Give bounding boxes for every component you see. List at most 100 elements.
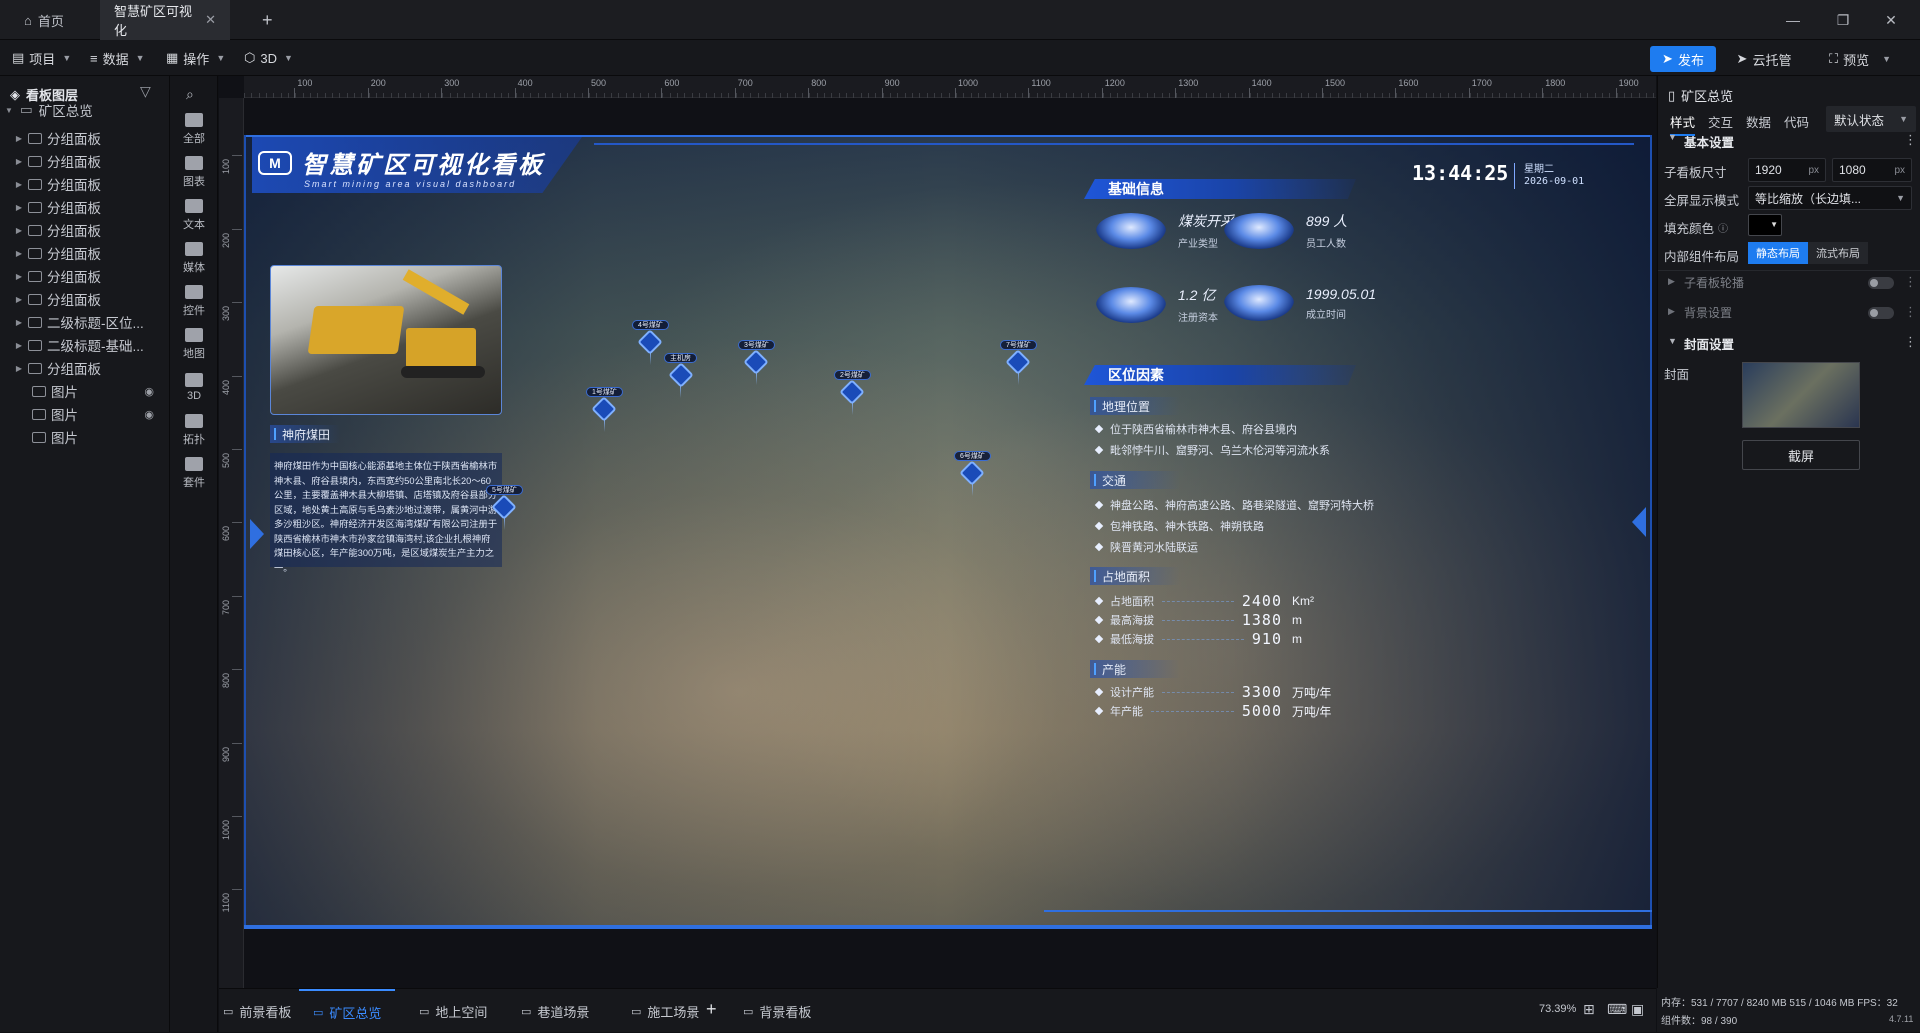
fullscreen-select[interactable]: 等比缩放（长边填... ▼ xyxy=(1748,186,1912,210)
cover-thumbnail[interactable] xyxy=(1742,362,1860,428)
tool-control[interactable]: 控件 xyxy=(170,278,218,324)
tool-grid[interactable]: 全部 xyxy=(170,106,218,152)
chevron-right-icon[interactable]: ▶ xyxy=(14,295,24,304)
preview-button[interactable]: ⛶ 预览 ▼ xyxy=(1818,46,1902,72)
brand-logo: M xyxy=(258,151,292,175)
chevron-right-icon[interactable]: ▶ xyxy=(1668,276,1675,287)
chevron-right-icon[interactable]: ▶ xyxy=(14,341,24,350)
tool-media[interactable]: 媒体 xyxy=(170,235,218,281)
map-marker[interactable]: 7号煤矿 xyxy=(1000,340,1037,385)
static-layout-button[interactable]: 静态布局 xyxy=(1748,242,1808,264)
chevron-right-icon[interactable]: ▶ xyxy=(14,203,24,212)
ruler-minor-tick xyxy=(1044,93,1046,98)
layer-item-label: 分组面板 xyxy=(47,132,101,147)
group-icon xyxy=(28,201,42,213)
new-tab-button[interactable]: + xyxy=(248,0,287,40)
menu-3d[interactable]: ⬡ 3D ▼ xyxy=(244,40,293,76)
eye-icon[interactable]: ◉ xyxy=(144,408,154,421)
cloud-hosting-button[interactable]: ➤ 云托管 xyxy=(1726,46,1802,72)
search-icon[interactable]: ⌕ xyxy=(186,86,194,103)
right-arrow-icon[interactable] xyxy=(1632,507,1646,537)
board-tab[interactable]: ▭ 背景看板 xyxy=(729,989,825,1033)
tab-document[interactable]: 智慧矿区可视化 ✕ xyxy=(100,0,230,40)
dotted-leader xyxy=(1162,638,1244,640)
layer-item[interactable]: 图片 xyxy=(0,423,170,451)
ruler-minor-tick xyxy=(1066,93,1068,98)
ruler-minor-tick xyxy=(1638,93,1640,98)
ruler-minor-tick xyxy=(1565,93,1567,98)
chevron-right-icon[interactable]: ▶ xyxy=(14,364,24,373)
ruler-minor-tick xyxy=(1521,93,1523,98)
board-tab[interactable]: ▭ 巷道场景 xyxy=(507,989,603,1033)
chevron-right-icon[interactable]: ▶ xyxy=(14,272,24,281)
chevron-right-icon[interactable]: ▶ xyxy=(14,226,24,235)
keyboard-icon[interactable]: ⌨ xyxy=(1607,1001,1627,1018)
map-marker[interactable]: 1号煤矿 xyxy=(586,387,623,432)
map-marker[interactable]: 5号煤矿 xyxy=(486,485,523,530)
carousel-toggle[interactable] xyxy=(1868,277,1894,289)
more-icon[interactable]: ⋮ xyxy=(1904,334,1917,350)
area-stat-unit: m xyxy=(1292,613,1302,627)
map-marker[interactable]: 2号煤矿 xyxy=(834,370,871,415)
left-arrow-icon[interactable] xyxy=(250,519,264,549)
board-tab[interactable]: ▭ 施工场景 xyxy=(617,989,713,1033)
dashboard-title: 智慧矿区可视化看板 xyxy=(302,152,545,179)
publish-button[interactable]: ➤ 发布 xyxy=(1650,46,1716,72)
board-tab[interactable]: ▭ 地上空间 xyxy=(405,989,501,1033)
zoom-level[interactable]: 73.39% xyxy=(1539,1003,1576,1015)
fill-color-swatch[interactable]: ▼ xyxy=(1748,214,1782,236)
dashboard-board[interactable]: M 智慧矿区可视化看板 Smart mining area visual das… xyxy=(244,135,1652,929)
basic-info-card: 煤炭开采 产业类型 xyxy=(1096,211,1234,250)
chevron-right-icon[interactable]: ▶ xyxy=(1668,306,1675,317)
chevron-right-icon[interactable]: ▶ xyxy=(14,318,24,327)
board-tab[interactable]: ▭ 矿区总览 xyxy=(299,989,395,1033)
tool-topology[interactable]: 拓扑 xyxy=(170,407,218,453)
layer-item-label: 分组面板 xyxy=(47,247,101,262)
diamond-icon xyxy=(1094,615,1104,625)
tool-kit[interactable]: 套件 xyxy=(170,450,218,496)
chevron-right-icon[interactable]: ▶ xyxy=(14,249,24,258)
map-marker[interactable]: 主机房 xyxy=(664,353,697,398)
add-board-button[interactable]: + xyxy=(706,999,717,1020)
ruler-minor-tick xyxy=(1278,93,1280,98)
screenshot-button[interactable]: 截屏 xyxy=(1742,440,1860,470)
help-icon[interactable]: ⓘ xyxy=(1718,220,1728,235)
ruler-minor-tick xyxy=(794,93,796,98)
board-tab[interactable]: ▭ 前景看板 xyxy=(209,989,305,1033)
width-input[interactable]: 1920 px xyxy=(1748,158,1826,182)
more-icon[interactable]: ⋮ xyxy=(1904,132,1917,148)
layer-root-row[interactable]: ▼ ▭ 矿区总览 xyxy=(0,96,170,124)
tool-chart[interactable]: 图表 xyxy=(170,149,218,195)
tool-map[interactable]: 地图 xyxy=(170,321,218,367)
more-icon[interactable]: ⋮ xyxy=(1904,274,1917,290)
ruler-minor-tick xyxy=(1117,93,1119,98)
map-marker[interactable]: 3号煤矿 xyxy=(738,340,775,385)
chevron-down-icon[interactable]: ▼ xyxy=(1668,132,1677,142)
ruler-label: 300 xyxy=(221,306,231,322)
minimize-button[interactable]: — xyxy=(1770,0,1816,40)
tool-cube[interactable]: 3D xyxy=(170,364,218,410)
close-tab-icon[interactable]: ✕ xyxy=(205,12,216,28)
menu-data[interactable]: ≡ 数据 ▼ xyxy=(90,40,145,76)
menu-project-label: 项目 xyxy=(29,51,56,67)
close-window-button[interactable]: ✕ xyxy=(1868,0,1914,40)
flow-layout-button[interactable]: 流式布局 xyxy=(1808,242,1868,264)
menu-project[interactable]: ▤ 项目 ▼ xyxy=(12,40,71,76)
restore-button[interactable]: ❐ xyxy=(1820,0,1866,40)
menu-operate[interactable]: ▦ 操作 ▼ xyxy=(166,40,225,76)
eye-icon[interactable]: ◉ xyxy=(144,385,154,398)
basic-info-text: 1.2 亿注册资本 xyxy=(1178,285,1218,324)
fit-screen-icon[interactable]: ⊞ xyxy=(1583,1001,1595,1018)
tab-home[interactable]: ⌂ 首页 xyxy=(10,0,78,40)
chevron-down-icon[interactable]: ▼ xyxy=(1668,336,1677,346)
chevron-right-icon[interactable]: ▶ xyxy=(14,180,24,189)
height-input[interactable]: 1080 px xyxy=(1832,158,1912,182)
terminal-icon[interactable]: ▣ xyxy=(1631,1001,1644,1018)
chevron-right-icon[interactable]: ▶ xyxy=(14,157,24,166)
map-marker[interactable]: 6号煤矿 xyxy=(954,451,991,496)
tool-text[interactable]: 文本 xyxy=(170,192,218,238)
chevron-right-icon[interactable]: ▶ xyxy=(14,134,24,143)
background-toggle[interactable] xyxy=(1868,307,1894,319)
capacity-stat-value: 5000 xyxy=(1241,702,1282,720)
more-icon[interactable]: ⋮ xyxy=(1904,304,1917,320)
